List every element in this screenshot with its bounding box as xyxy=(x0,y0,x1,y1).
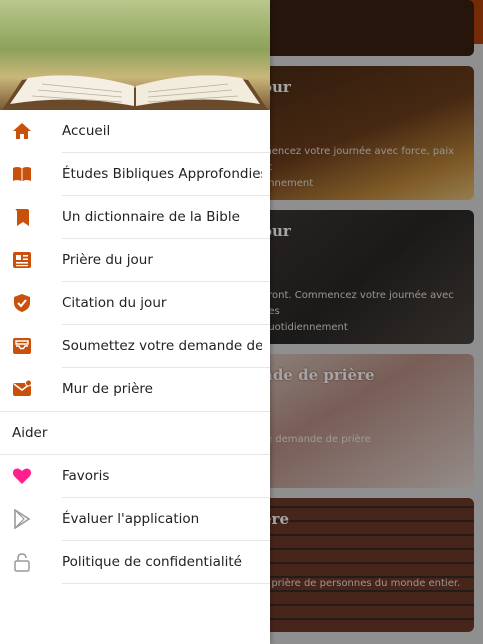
drawer-item-favoris[interactable]: Favoris xyxy=(0,455,270,498)
heart-icon xyxy=(12,468,32,484)
section-header-aider: Aider xyxy=(12,425,48,441)
open-bible-image xyxy=(2,75,268,110)
drawer-item-label: Accueil xyxy=(62,123,111,139)
drawer-item-evaluer[interactable]: Évaluer l'application xyxy=(0,498,270,541)
home-icon xyxy=(13,123,31,139)
drawer-scrim[interactable] xyxy=(270,0,483,644)
drawer-header-image xyxy=(0,0,270,110)
drawer-item-label: Un dictionnaire de la Bible xyxy=(62,209,240,225)
drawer-item-label: Citation du jour xyxy=(62,295,167,311)
drawer-item-citation[interactable]: Citation du jour xyxy=(0,282,270,325)
drawer-item-soumettez[interactable]: Soumettez votre demande de ... xyxy=(0,325,270,368)
drawer-item-label: Mur de prière xyxy=(62,381,153,397)
navigation-drawer: Accueil Études Bibliques Approfondies Un… xyxy=(0,0,270,644)
drawer-item-accueil[interactable]: Accueil xyxy=(0,110,270,153)
drawer-item-label: Soumettez votre demande de ... xyxy=(62,338,262,354)
drawer-item-etudes[interactable]: Études Bibliques Approfondies xyxy=(0,153,270,196)
bookmark-icon xyxy=(14,209,29,226)
drawer-item-mur-de-priere[interactable]: Mur de prière xyxy=(0,368,270,411)
mail-icon xyxy=(13,379,32,396)
drawer-item-label: Politique de confidentialité xyxy=(62,554,242,570)
drawer-item-label: Études Bibliques Approfondies xyxy=(62,166,262,182)
newspaper-icon xyxy=(13,252,31,268)
drawer-item-dictionnaire[interactable]: Un dictionnaire de la Bible xyxy=(0,196,270,239)
lock-icon xyxy=(14,553,30,572)
shield-check-icon xyxy=(14,294,30,312)
drawer-item-label: Évaluer l'application xyxy=(62,511,200,527)
inbox-icon xyxy=(13,338,31,354)
drawer-item-politique[interactable]: Politique de confidentialité xyxy=(0,541,270,584)
drawer-item-priere-du-jour[interactable]: Prière du jour xyxy=(0,239,270,282)
drawer-item-label: Prière du jour xyxy=(62,252,153,268)
divider xyxy=(62,583,270,584)
book-open-icon xyxy=(13,167,31,181)
play-store-icon xyxy=(14,509,31,529)
drawer-item-label: Favoris xyxy=(62,468,110,484)
